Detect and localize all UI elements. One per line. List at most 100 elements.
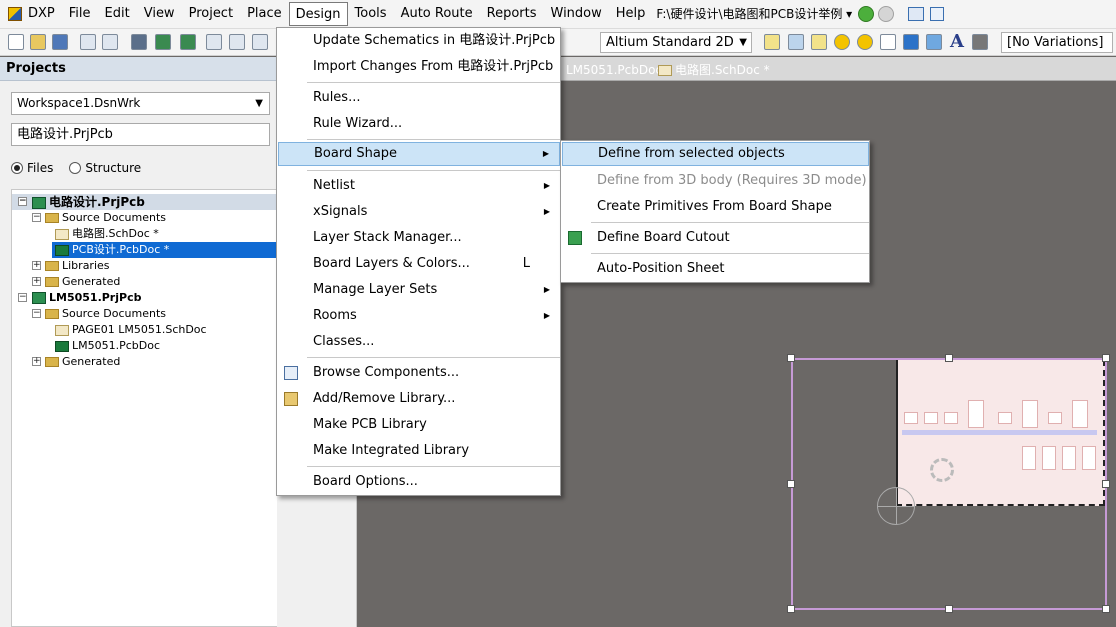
new-document-icon[interactable] xyxy=(8,34,24,50)
open-folder-icon[interactable] xyxy=(30,34,46,50)
route-multiple-icon[interactable] xyxy=(811,34,827,50)
pad xyxy=(968,400,984,428)
via-icon[interactable] xyxy=(834,34,850,50)
fill-icon[interactable] xyxy=(903,34,919,50)
menu-item-rooms[interactable]: Rooms ▶ xyxy=(278,304,560,328)
submenu-item-define-board-cutout[interactable]: Define Board Cutout xyxy=(562,226,869,250)
current-project-field[interactable]: 电路设计.PrjPcb xyxy=(11,123,270,146)
arc-icon[interactable] xyxy=(880,34,896,50)
expand-icon[interactable]: + xyxy=(32,261,41,270)
menu-item-xsignals[interactable]: xSignals ▶ xyxy=(278,200,560,224)
menu-design[interactable]: Design xyxy=(288,2,348,26)
menu-item-browse-components[interactable]: Browse Components... xyxy=(278,361,560,385)
tree-row-folder[interactable]: − Source Documents xyxy=(12,210,276,226)
collapse-icon[interactable]: − xyxy=(18,293,27,302)
tree-row-document[interactable]: PAGE01 LM5051.SchDoc xyxy=(12,322,276,338)
menu-item-board-shape[interactable]: Board Shape ▶ xyxy=(278,142,560,166)
structure-radio[interactable] xyxy=(69,162,82,174)
menu-auto-route[interactable]: Auto Route xyxy=(394,2,480,26)
interactive-route-icon[interactable] xyxy=(764,34,780,50)
tree-row-folder[interactable]: + Generated xyxy=(12,354,276,370)
zoom-icon[interactable] xyxy=(252,34,268,50)
menu-item-board-layers-colors[interactable]: Board Layers & Colors... L xyxy=(278,252,560,276)
menu-reports[interactable]: Reports xyxy=(480,2,544,26)
expand-icon[interactable]: + xyxy=(32,357,41,366)
menu-item-rules[interactable]: Rules... xyxy=(278,86,560,110)
3d-view-icon[interactable] xyxy=(131,34,147,50)
zoom-area-icon[interactable] xyxy=(229,34,245,50)
tree-row-folder[interactable]: + Generated xyxy=(12,274,276,290)
folder-icon xyxy=(45,261,59,271)
tree-row-document[interactable]: 电路图.SchDoc * xyxy=(12,226,276,242)
resize-handle[interactable] xyxy=(945,354,953,362)
menu-help[interactable]: Help xyxy=(609,2,653,26)
component-icon[interactable] xyxy=(972,34,988,50)
tree-row-document[interactable]: LM5051.PcbDoc xyxy=(12,338,276,354)
collapse-icon[interactable]: − xyxy=(32,213,41,222)
tree-row-document-selected[interactable]: PCB设计.PcbDoc * xyxy=(52,242,276,258)
submenu-item-create-primitives[interactable]: Create Primitives From Board Shape xyxy=(562,195,869,219)
tree-row-project[interactable]: − 电路设计.PrjPcb xyxy=(12,194,276,210)
menu-file[interactable]: File xyxy=(62,2,98,26)
board-view-icon[interactable] xyxy=(155,34,171,50)
refresh-icon[interactable] xyxy=(930,7,945,21)
tree-row-project[interactable]: − LM5051.PrjPcb xyxy=(12,290,276,306)
resize-handle[interactable] xyxy=(1102,354,1110,362)
menu-item-add-remove-library[interactable]: Add/Remove Library... xyxy=(278,387,560,411)
print-icon[interactable] xyxy=(80,34,96,50)
menu-item-classes[interactable]: Classes... xyxy=(278,330,560,354)
document-tabs: LM5051.PcbDoc 电路图.SchDoc * xyxy=(560,57,1116,81)
menu-item-label: Layer Stack Manager... xyxy=(313,230,462,245)
menu-item-make-pcb-library[interactable]: Make PCB Library xyxy=(278,413,560,437)
menu-item-import-changes[interactable]: Import Changes From 电路设计.PrjPcb xyxy=(278,55,560,79)
workspace-select[interactable]: Workspace1.DsnWrk ▼ xyxy=(11,92,270,115)
tab-schematic[interactable]: 电路图.SchDoc * xyxy=(658,61,770,79)
board-selection-region[interactable] xyxy=(896,360,1105,506)
resize-handle[interactable] xyxy=(1102,480,1110,488)
route-diff-pair-icon[interactable] xyxy=(788,34,804,50)
menu-dxp[interactable]: DXP xyxy=(22,2,62,26)
library-books-icon xyxy=(284,392,298,406)
tab-lm5051-pcbdoc[interactable]: LM5051.PcbDoc xyxy=(566,61,662,79)
collapse-icon[interactable]: − xyxy=(18,197,27,206)
menu-item-manage-layer-sets[interactable]: Manage Layer Sets ▶ xyxy=(278,278,560,302)
document-path-dropdown[interactable]: F:\硬件设计\电路图和PCB设计举例 ▾ xyxy=(652,3,856,25)
library-icon[interactable] xyxy=(180,34,196,50)
menu-item-make-integrated-library[interactable]: Make Integrated Library xyxy=(278,439,560,463)
resize-handle[interactable] xyxy=(787,480,795,488)
forward-icon[interactable] xyxy=(878,6,895,22)
resize-handle[interactable] xyxy=(787,354,795,362)
submenu-item-define-from-selected[interactable]: Define from selected objects xyxy=(562,142,869,166)
expand-icon[interactable]: + xyxy=(32,277,41,286)
menu-edit[interactable]: Edit xyxy=(98,2,137,26)
collapse-icon[interactable]: − xyxy=(32,309,41,318)
tree-row-folder[interactable]: + Libraries xyxy=(12,258,276,274)
menu-tools[interactable]: Tools xyxy=(348,2,394,26)
zoom-fit-icon[interactable] xyxy=(206,34,222,50)
menu-view[interactable]: View xyxy=(137,2,182,26)
print-preview-icon[interactable] xyxy=(102,34,118,50)
resize-handle[interactable] xyxy=(1102,605,1110,613)
save-icon[interactable] xyxy=(52,34,68,50)
home-icon[interactable] xyxy=(908,7,925,21)
menu-item-rule-wizard[interactable]: Rule Wizard... xyxy=(278,112,560,136)
pad-icon[interactable] xyxy=(857,34,873,50)
tree-row-folder[interactable]: − Source Documents xyxy=(12,306,276,322)
resize-handle[interactable] xyxy=(945,605,953,613)
menu-window[interactable]: Window xyxy=(544,2,609,26)
variations-select[interactable]: [No Variations] xyxy=(1001,32,1113,53)
menu-item-layer-stack-manager[interactable]: Layer Stack Manager... xyxy=(278,226,560,250)
menu-place[interactable]: Place xyxy=(240,2,289,26)
view-mode-select[interactable]: Altium Standard 2D ▼ xyxy=(600,32,752,53)
string-icon[interactable]: A xyxy=(950,31,964,52)
menu-project[interactable]: Project xyxy=(182,2,240,26)
menu-item-netlist[interactable]: Netlist ▶ xyxy=(278,174,560,198)
resize-handle[interactable] xyxy=(787,605,795,613)
menu-item-update-schematics[interactable]: Update Schematics in 电路设计.PrjPcb xyxy=(278,29,560,53)
back-icon[interactable] xyxy=(858,6,875,22)
pad xyxy=(1042,446,1056,470)
files-radio[interactable] xyxy=(11,162,23,174)
polygon-icon[interactable] xyxy=(926,34,942,50)
menu-item-board-options[interactable]: Board Options... xyxy=(278,470,560,494)
submenu-item-auto-position-sheet[interactable]: Auto-Position Sheet xyxy=(562,257,869,281)
